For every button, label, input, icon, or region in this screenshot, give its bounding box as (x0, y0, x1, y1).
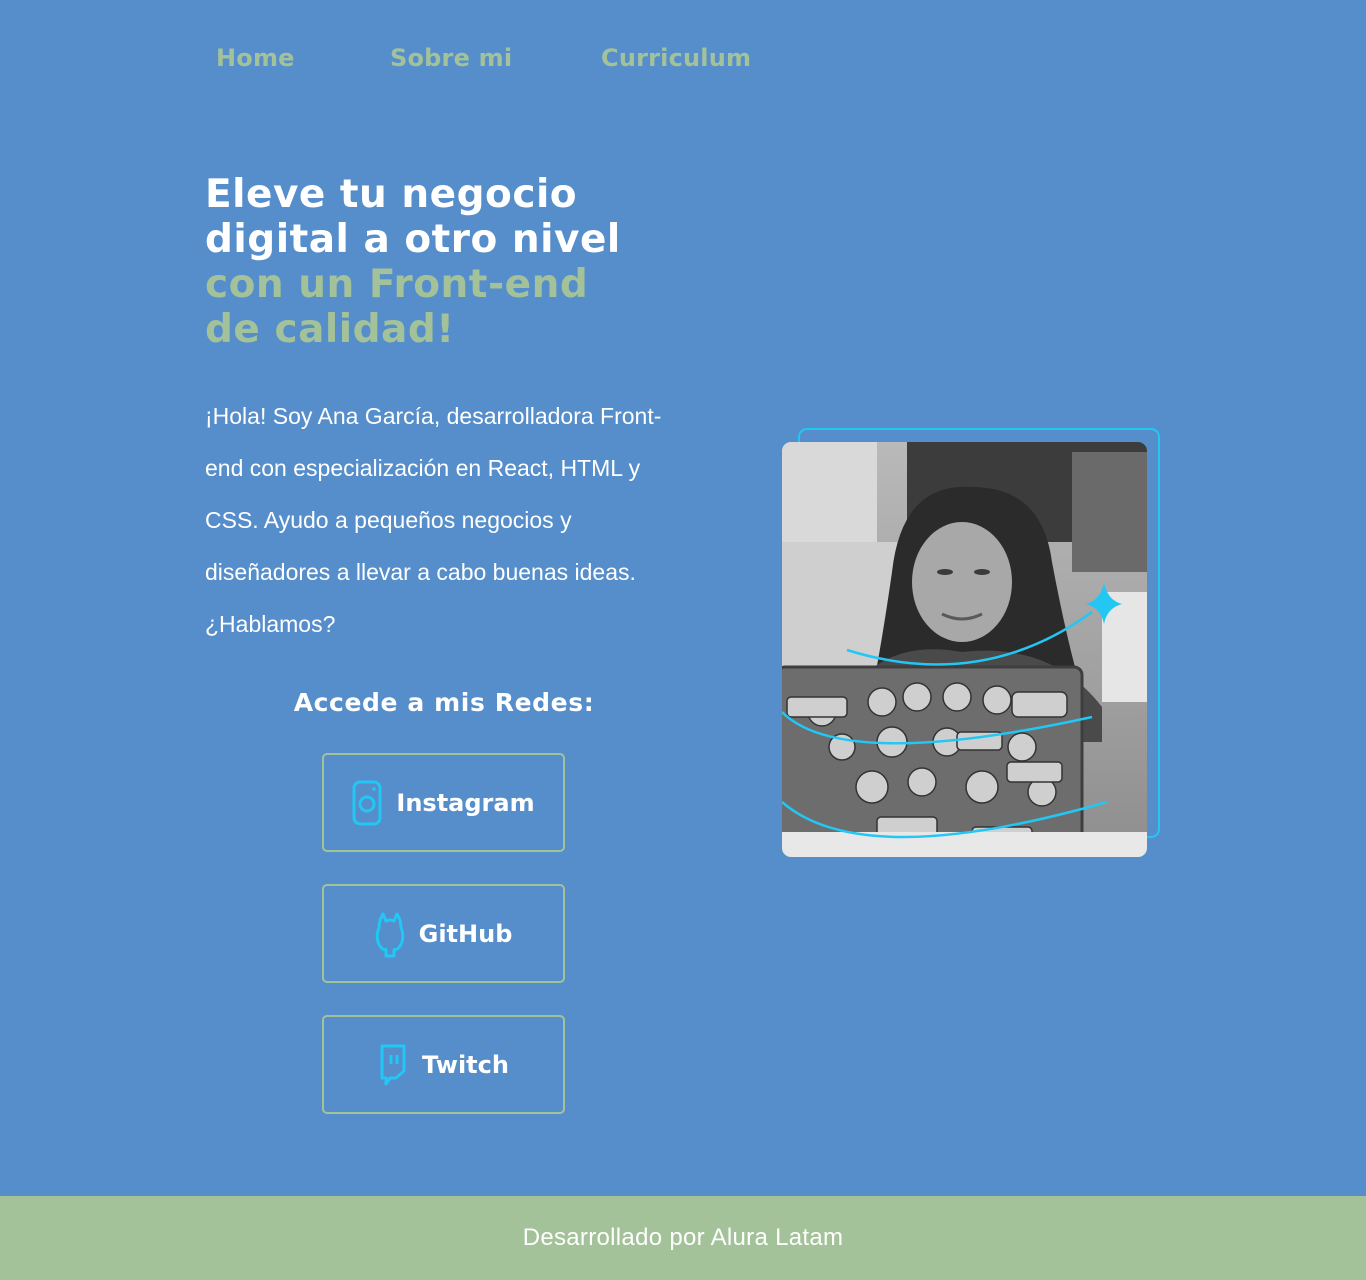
twitch-label: Twitch (422, 1050, 509, 1079)
twitch-button[interactable]: Twitch (322, 1015, 565, 1114)
instagram-label: Instagram (396, 788, 535, 817)
github-button[interactable]: GitHub (322, 884, 565, 983)
hero-title: Eleve tu negocio digital a otro nivel co… (205, 172, 685, 352)
main-nav: Home Sobre mi Curriculum (0, 44, 1366, 74)
profile-photo (782, 442, 1147, 857)
instagram-button[interactable]: Instagram (322, 753, 565, 852)
hero-title-line3: con un Front-end (205, 262, 589, 307)
twitch-icon (378, 1041, 408, 1089)
profile-photo-container (782, 428, 1162, 858)
hero-title-line4: de calidad! (205, 307, 455, 352)
nav-home[interactable]: Home (216, 44, 295, 72)
hero-title-line2: digital a otro nivel (205, 217, 621, 262)
social-title: Accede a mis Redes: (293, 688, 595, 717)
hero-intro: ¡Hola! Soy Ana García, desarrolladora Fr… (205, 403, 662, 637)
hero-title-line1: Eleve tu negocio (205, 172, 578, 217)
nav-sobre-mi[interactable]: Sobre mi (390, 44, 512, 72)
nav-curriculum[interactable]: Curriculum (601, 44, 751, 72)
footer-text: Desarrollado por Alura Latam (522, 1224, 844, 1251)
github-label: GitHub (418, 919, 513, 948)
instagram-icon (352, 779, 382, 827)
github-icon (375, 910, 405, 958)
page-footer: Desarrollado por Alura Latam (0, 1196, 1366, 1280)
